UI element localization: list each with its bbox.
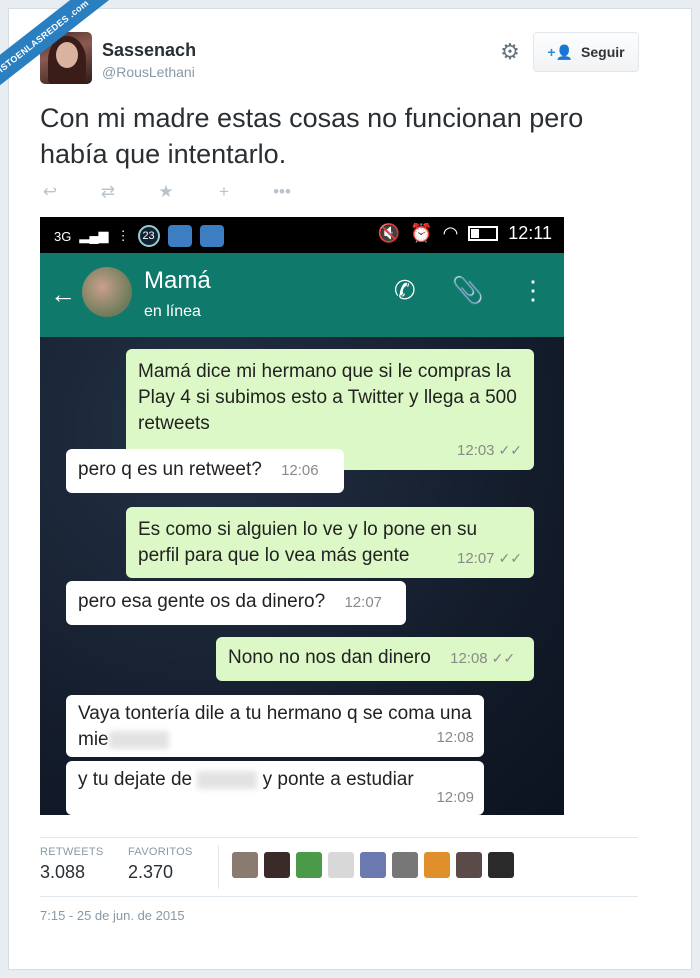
contact-status: en línea (144, 303, 201, 320)
chat-header: ← Mamá en línea ✆ 📎 ⋮ (40, 253, 564, 337)
avatar[interactable] (424, 852, 450, 878)
app-notification-icon (167, 225, 192, 247)
follow-label: Seguir (581, 44, 625, 60)
tweet-text: Con mi madre estas cosas no funcionan pe… (40, 103, 584, 169)
notification-badge: 23 (137, 225, 160, 247)
message-time: 12:03 (456, 442, 495, 459)
message-text: y tu dejate de (78, 769, 193, 790)
message-text: Nono no nos dan dinero (228, 647, 431, 668)
app-notification-icon (199, 225, 224, 247)
mute-icon: 🔇 (377, 223, 401, 243)
follow-icon[interactable]: + (214, 182, 234, 202)
avatar[interactable] (264, 852, 290, 878)
signal-icon: ▂▄▆ (79, 228, 109, 243)
message-text: y ponte a estudiar (262, 769, 414, 790)
message-bubble-incoming: y tu dejate de y ponte a estudiar 12:09 (66, 761, 484, 815)
message-time: 12:08 (436, 729, 474, 746)
more-icon[interactable]: ••• (272, 182, 292, 202)
gear-icon[interactable]: ⚙ (498, 40, 522, 64)
favorite-icon[interactable]: ★ (156, 182, 176, 202)
avatar[interactable] (360, 852, 386, 878)
watermark-ribbon: VISTOENLASREDES .com (0, 0, 124, 98)
retweets-count[interactable]: 3.088 (40, 862, 85, 883)
avatar[interactable] (392, 852, 418, 878)
avatar[interactable] (232, 852, 258, 878)
stats-separator (218, 845, 219, 889)
phone-call-icon[interactable]: ✆ (394, 275, 416, 306)
message-time: 12:08 (450, 650, 488, 667)
tweet-timestamp[interactable]: 7:15 - 25 de jun. de 2015 (40, 908, 185, 923)
network-indicator: 3G (54, 228, 72, 244)
message-time: 12:07 ✓✓ (456, 550, 522, 567)
menu-icon[interactable]: ⋮ (520, 275, 546, 306)
favoriter-avatars (232, 852, 514, 878)
retweet-icon[interactable]: ⇄ (98, 182, 118, 202)
contact-name[interactable]: Mamá (144, 267, 211, 295)
message-bubble-outgoing: Nono no nos dan dinero 12:08 ✓✓ (216, 637, 534, 681)
avatar[interactable] (488, 852, 514, 878)
favorites-label[interactable]: FAVORITOS (128, 846, 193, 858)
message-list: Mamá dice mi hermano que si le compras l… (40, 337, 564, 815)
censored-text (108, 730, 169, 749)
watermark-text: VISTOENLASREDES .com (0, 0, 116, 98)
chat-screenshot: 3G ▂▄▆ ⋮ 23 🔇 ⏰ ◠ 12:11 ← Mamá en línea … (40, 217, 564, 815)
message-time: 12:07 (344, 594, 383, 611)
wifi-icon: ◠ (442, 223, 459, 243)
censored-text (197, 770, 258, 789)
divider (40, 896, 638, 897)
add-user-icon: +👤 (547, 43, 574, 60)
message-bubble-incoming: pero esa gente os da dinero? 12:07 (66, 581, 406, 625)
phone-status-bar: 3G ▂▄▆ ⋮ 23 🔇 ⏰ ◠ 12:11 (40, 217, 564, 253)
menu-dots-icon: ⋮ (116, 228, 130, 243)
message-text: Es como si alguien lo ve y lo pone en su… (138, 519, 478, 566)
message-text: Mamá dice mi hermano que si le compras l… (138, 361, 517, 434)
message-time: 12:09 (436, 789, 474, 806)
message-text: pero esa gente os da dinero? (78, 591, 326, 612)
message-time: 12:06 (281, 462, 319, 479)
avatar[interactable] (296, 852, 322, 878)
message-text: pero q es un retweet? (78, 459, 262, 480)
message-bubble-outgoing: Es como si alguien lo ve y lo pone en su… (126, 507, 534, 578)
read-ticks-icon: ✓✓ (498, 442, 522, 458)
avatar[interactable] (456, 852, 482, 878)
alarm-icon: ⏰ (410, 223, 433, 243)
message-bubble-incoming: Vaya tontería dile a tu hermano q se com… (66, 695, 484, 757)
battery-icon (468, 226, 499, 241)
read-ticks-icon: ✓✓ (491, 650, 516, 666)
clock: 12:11 (508, 223, 552, 243)
tweet-actions: ↩ ⇄ ★ + ••• (40, 182, 292, 202)
retweets-label[interactable]: RETWEETS (40, 846, 104, 858)
follow-button[interactable]: +👤 Seguir (533, 32, 639, 72)
reply-icon[interactable]: ↩ (40, 182, 60, 202)
contact-avatar[interactable] (82, 267, 132, 317)
favorites-count[interactable]: 2.370 (128, 862, 173, 883)
avatar[interactable] (328, 852, 354, 878)
attach-icon[interactable]: 📎 (452, 275, 484, 306)
back-arrow-icon[interactable]: ← (50, 279, 76, 310)
divider (40, 837, 638, 838)
message-bubble-incoming: pero q es un retweet? 12:06 (66, 449, 344, 493)
